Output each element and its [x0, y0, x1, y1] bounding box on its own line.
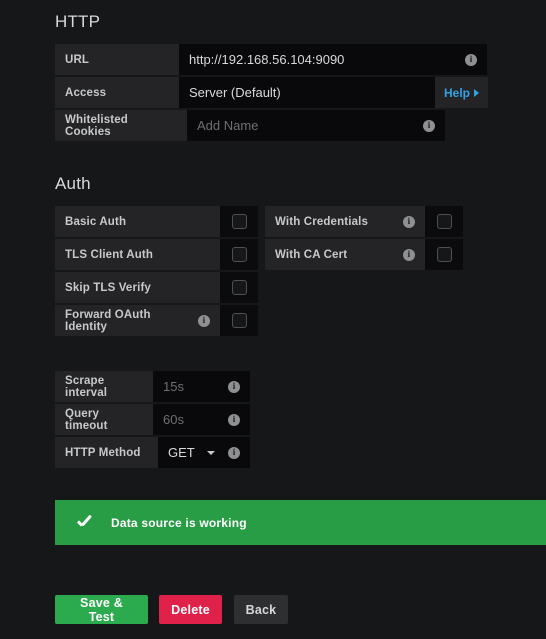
access-label-text: Access: [65, 86, 107, 99]
basic-auth-checkbox-cell[interactable]: [220, 206, 258, 237]
save-and-test-button[interactable]: Save & Test: [55, 595, 148, 624]
chevron-down-icon[interactable]: [207, 450, 216, 455]
info-icon[interactable]: [198, 314, 210, 327]
scrape-interval-label: Scrape interval: [55, 371, 153, 402]
with-ca-cert-checkbox[interactable]: [436, 247, 452, 262]
forward-oauth-identity-checkbox[interactable]: [231, 313, 247, 328]
auth-row-with-ca-cert: With CA Cert: [265, 239, 463, 270]
delete-button[interactable]: Delete: [159, 595, 222, 624]
with-ca-cert-checkbox-cell[interactable]: [425, 239, 463, 270]
auth-row-forward-oauth-identity: Forward OAuth Identity: [55, 305, 258, 336]
forward-oauth-identity-label: Forward OAuth Identity: [55, 305, 220, 336]
whitelisted-cookies-input[interactable]: Add Name: [187, 110, 445, 141]
status-banner-message: Data source is working: [111, 515, 247, 530]
form-row-url: URL http://192.168.56.104:9090: [55, 44, 487, 75]
check-icon: [77, 515, 93, 531]
with-credentials-checkbox-cell[interactable]: [425, 206, 463, 237]
with-ca-cert-label-text: With CA Cert: [275, 248, 348, 261]
access-label: Access: [55, 77, 179, 108]
info-icon[interactable]: [465, 53, 477, 66]
form-row-whitelisted-cookies: Whitelisted Cookies Add Name: [55, 110, 445, 141]
section-heading-http: HTTP: [55, 12, 101, 31]
scrape-interval-label-text: Scrape interval: [65, 374, 108, 399]
http-method-value: GET: [168, 445, 195, 460]
http-method-label-text: HTTP Method: [65, 446, 141, 459]
tls-client-auth-label-text: TLS Client Auth: [65, 248, 154, 261]
info-icon[interactable]: [403, 248, 415, 261]
auth-row-with-credentials: With Credentials: [265, 206, 463, 237]
query-timeout-input[interactable]: 60s: [153, 404, 250, 435]
form-row-query-timeout: Query timeout 60s: [55, 404, 250, 435]
info-icon[interactable]: [227, 446, 240, 459]
access-value: Server (Default): [189, 85, 281, 100]
forward-oauth-identity-checkbox-cell[interactable]: [220, 305, 258, 336]
with-credentials-checkbox[interactable]: [436, 214, 452, 229]
tls-client-auth-checkbox-cell[interactable]: [220, 239, 258, 270]
query-timeout-label-text: Query timeout: [65, 407, 108, 432]
tls-client-auth-checkbox[interactable]: [231, 247, 247, 262]
query-timeout-label: Query timeout: [55, 404, 153, 435]
datasource-settings-page: HTTP URL http://192.168.56.104:9090 Acce…: [0, 0, 546, 639]
url-value: http://192.168.56.104:9090: [189, 52, 345, 67]
section-heading-auth: Auth: [55, 174, 91, 193]
skip-tls-verify-label: Skip TLS Verify: [55, 272, 220, 303]
skip-tls-verify-label-text: Skip TLS Verify: [65, 281, 151, 294]
whitelisted-cookies-placeholder: Add Name: [197, 118, 259, 133]
url-label-text: URL: [65, 53, 90, 66]
auth-row-tls-client-auth: TLS Client Auth: [55, 239, 258, 270]
chevron-right-icon: [474, 88, 480, 97]
info-icon[interactable]: [403, 215, 415, 228]
tls-client-auth-label: TLS Client Auth: [55, 239, 220, 270]
form-row-scrape-interval: Scrape interval 15s: [55, 371, 250, 402]
status-banner: Data source is working: [55, 500, 546, 545]
basic-auth-label: Basic Auth: [55, 206, 220, 237]
auth-row-basic-auth: Basic Auth: [55, 206, 258, 237]
with-credentials-label: With Credentials: [265, 206, 425, 237]
form-row-access: Access Server (Default): [55, 77, 487, 108]
basic-auth-label-text: Basic Auth: [65, 215, 127, 228]
whitelisted-cookies-label: Whitelisted Cookies: [55, 110, 187, 141]
query-timeout-placeholder: 60s: [163, 412, 184, 427]
http-method-select[interactable]: GET: [158, 437, 250, 468]
skip-tls-verify-checkbox[interactable]: [231, 280, 247, 295]
scrape-interval-placeholder: 15s: [163, 379, 184, 394]
basic-auth-checkbox[interactable]: [231, 214, 247, 229]
auth-row-skip-tls-verify: Skip TLS Verify: [55, 272, 258, 303]
help-button-label: Help: [444, 85, 471, 100]
back-button[interactable]: Back: [234, 595, 288, 624]
forward-oauth-identity-label-text: Forward OAuth Identity: [65, 308, 151, 333]
form-row-http-method: HTTP Method GET: [55, 437, 250, 468]
with-ca-cert-label: With CA Cert: [265, 239, 425, 270]
url-input[interactable]: http://192.168.56.104:9090: [179, 44, 487, 75]
help-button[interactable]: Help: [435, 77, 489, 108]
http-method-label: HTTP Method: [55, 437, 158, 468]
info-icon[interactable]: [228, 413, 240, 426]
whitelisted-cookies-label-text: Whitelisted Cookies: [65, 113, 128, 138]
info-icon[interactable]: [228, 380, 240, 393]
info-icon[interactable]: [423, 119, 435, 132]
with-credentials-label-text: With Credentials: [275, 215, 369, 228]
scrape-interval-input[interactable]: 15s: [153, 371, 250, 402]
skip-tls-verify-checkbox-cell[interactable]: [220, 272, 258, 303]
url-label: URL: [55, 44, 179, 75]
